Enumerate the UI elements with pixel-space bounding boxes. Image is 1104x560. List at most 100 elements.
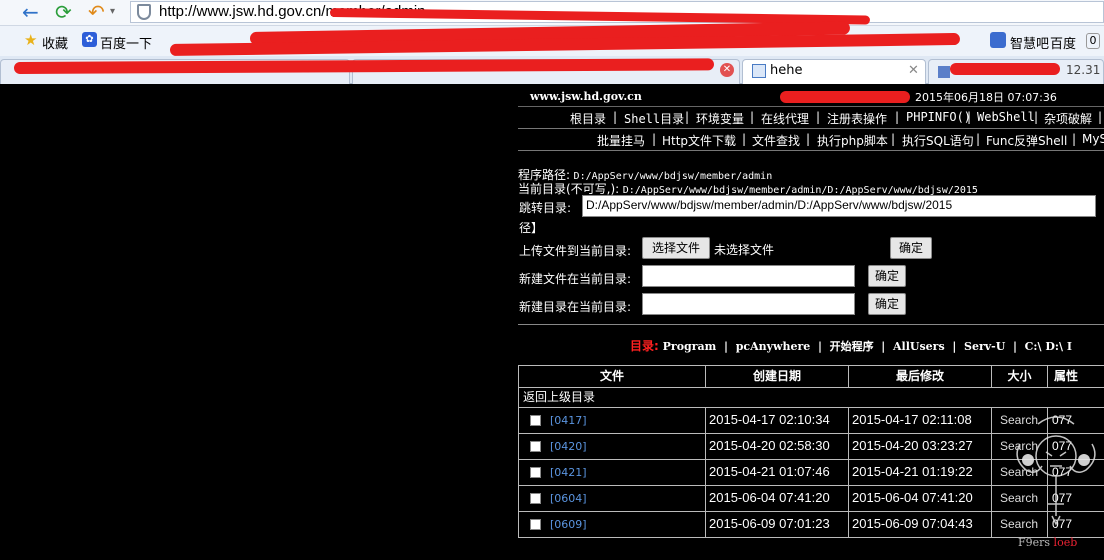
upload-label: 上传文件到当前目录: [519,244,632,258]
menu-online-proxy[interactable]: 在线代理 [761,110,809,127]
refresh-icon[interactable]: ⟳ [55,1,72,23]
choose-file-button[interactable]: 选择文件 [642,237,710,259]
modified-cell: 2015-06-04 07:41:20 [849,486,992,512]
menu-exec-sql[interactable]: 执行SQL语句 [902,132,974,149]
menu-env-vars[interactable]: 环境变量 [696,110,744,127]
favorites-button[interactable]: 收藏 [42,33,68,52]
close-icon[interactable]: ✕ [720,63,734,77]
back-arrow-icon[interactable]: ← [22,1,39,23]
separator: | [895,110,900,124]
created-cell: 2015-04-20 02:58:30 [706,434,849,460]
header-file: 文件 [519,366,706,388]
drive-link-start-programs[interactable]: 开始程序 [830,340,874,353]
menu-registry[interactable]: 注册表操作 [827,110,887,127]
separator: | [1072,132,1077,146]
row-checkbox[interactable] [530,519,541,530]
menu-webshell[interactable]: WebShell [977,110,1035,124]
upload-confirm-button[interactable]: 确定 [890,237,932,259]
created-cell: 2015-04-17 02:10:34 [706,408,849,434]
menu-shell-dir[interactable]: Shell目录 [624,110,684,127]
favorite-site-icon [990,32,1006,48]
new-dir-input[interactable] [642,293,855,315]
separator: | [685,110,690,124]
menu-root-dir[interactable]: 根目录 [570,110,606,127]
separator: | [742,132,747,146]
modified-cell: 2015-04-20 03:23:27 [849,434,992,460]
favorites-badge[interactable]: 0 [1086,33,1100,49]
header-created: 创建日期 [706,366,849,388]
close-icon[interactable]: ✕ [908,63,919,78]
star-icon: ★ [24,31,38,49]
drive-link-c[interactable]: C:\ [1025,340,1042,353]
new-file-confirm-button[interactable]: 确定 [868,265,906,287]
separator: | [1098,110,1103,124]
divider [518,324,1104,325]
menu-misc-crack[interactable]: 杂项破解 [1044,110,1092,127]
drive-link-program[interactable]: Program [663,340,717,353]
webshell-panel: www.jsw.hd.gov.cn 2015年06月18日 07:07:36 根… [518,84,1104,560]
drive-link-serv-u[interactable]: Serv-U [964,340,1005,353]
separator: | [891,132,896,146]
menu-phpinfo[interactable]: PHPINFO() [906,110,971,124]
new-file-label: 新建文件在当前目录: [519,272,632,286]
menu-mysql[interactable]: MySQ [1082,132,1104,146]
dir-link[interactable]: [0417] [550,414,587,427]
drive-link-allusers[interactable]: AllUsers [893,340,945,353]
menu-exec-php[interactable]: 执行php脚本 [817,132,888,149]
redaction-mark [780,91,910,103]
row-checkbox[interactable] [530,493,541,504]
separator: | [720,340,732,353]
dir-link[interactable]: [0604] [550,492,587,505]
file-cell: [0604] [519,486,706,512]
jump-dir-input[interactable]: D:/AppServ/www/bdjsw/member/admin/D:/App… [582,195,1096,217]
separator: | [816,110,821,124]
dir-link[interactable]: [0420] [550,440,587,453]
skull-emblem-icon [1016,416,1096,526]
modified-cell: 2015-04-17 02:11:08 [849,408,992,434]
header-size: 大小 [992,366,1048,388]
new-dir-label: 新建目录在当前目录: [519,300,632,314]
dir-link[interactable]: [0421] [550,466,587,479]
menu-batch-trojan[interactable]: 批量挂马 [597,132,645,149]
site-domain: www.jsw.hd.gov.cn [530,90,642,103]
created-cell: 2015-06-09 07:01:23 [706,512,849,538]
modified-cell: 2015-04-21 01:19:22 [849,460,992,486]
file-cell: [0417] [519,408,706,434]
new-dir-confirm-button[interactable]: 确定 [868,293,906,315]
chevron-down-icon[interactable]: ▾ [110,1,115,23]
datetime: 2015年06月18日 07:07:36 [915,91,1057,104]
separator: | [877,340,890,353]
modified-cell: 2015-06-09 07:04:43 [849,512,992,538]
tab-title[interactable]: hehe [770,63,802,78]
dir-link[interactable]: [0609] [550,518,587,531]
watermark-main: F9ers [1018,536,1051,549]
table-header: 文件 创建日期 最后修改 大小 属性 [518,365,1104,388]
favorite-baidu[interactable]: 百度一下 [100,33,152,52]
separator: | [750,110,755,124]
menu-func-reverse-shell[interactable]: Func反弹Shell [986,132,1067,149]
shield-icon [137,4,151,20]
row-checkbox[interactable] [530,441,541,452]
header-modified: 最后修改 [849,366,992,388]
row-checkbox[interactable] [530,467,541,478]
drive-link-i[interactable]: I [1067,340,1072,353]
favorite-zhihui[interactable]: 智慧吧 [1010,33,1049,52]
separator: | [814,340,826,353]
path-tail-text: 径】 [519,221,544,235]
favorite-baidu-2[interactable]: 百度 [1050,33,1076,52]
undo-icon[interactable]: ↶ [88,1,105,23]
menu-http-download[interactable]: Http文件下载 [662,132,736,149]
separator: | [613,110,618,124]
tab-4-title[interactable]: 12.31 [1066,63,1100,77]
menu-file-search[interactable]: 文件查找 [752,132,800,149]
file-cell: [0421] [519,460,706,486]
row-checkbox[interactable] [530,415,541,426]
drive-link-d[interactable]: D:\ [1045,340,1063,353]
paw-icon: ✿ [82,32,97,47]
menu-row-1: 根目录 | Shell目录 | 环境变量 | 在线代理 | 注册表操作 | PH… [518,107,1104,129]
jump-dir-label: 跳转目录: [519,201,572,215]
drive-link-pcanywhere[interactable]: pcAnywhere [736,340,811,353]
separator: | [976,132,981,146]
page-content: www.jsw.hd.gov.cn 2015年06月18日 07:07:36 根… [0,84,1104,560]
new-file-input[interactable] [642,265,855,287]
